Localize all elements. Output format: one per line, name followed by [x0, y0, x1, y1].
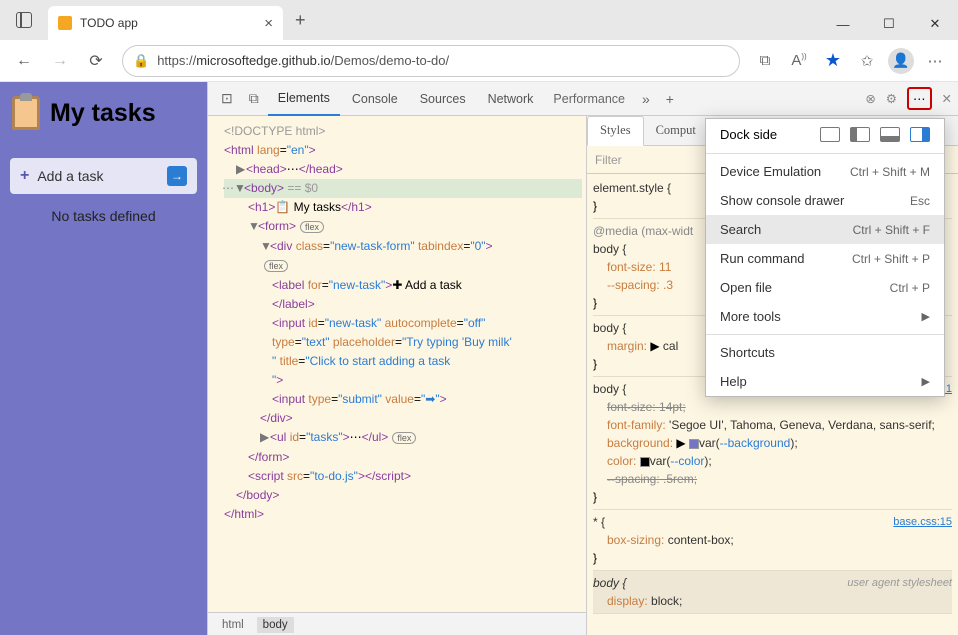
close-tab-icon[interactable]: ×: [264, 15, 273, 32]
issues-icon[interactable]: ⊗: [865, 91, 875, 106]
menu-item-open-file[interactable]: Open fileCtrl + P: [706, 273, 944, 302]
breadcrumb-html[interactable]: html: [216, 617, 250, 633]
menu-item-show-console-drawer[interactable]: Show console drawerEsc: [706, 186, 944, 215]
app-pane: My tasks + Add a task → No tasks defined: [0, 82, 207, 635]
profile-button[interactable]: 👤: [886, 48, 916, 74]
read-aloud-icon[interactable]: A)): [784, 52, 814, 69]
clipboard-icon: [12, 96, 40, 130]
add-task-label: Add a task: [37, 168, 103, 184]
devtools-menu-button[interactable]: ⋯: [907, 87, 932, 110]
devtools-tabbar: ⊡ ⧉ Elements Console Sources Network Per…: [208, 82, 958, 116]
menu-item-more-tools[interactable]: More tools▶: [706, 302, 944, 331]
tab-elements[interactable]: Elements: [268, 82, 340, 116]
plus-icon: +: [20, 167, 29, 185]
inspect-button[interactable]: ⊡: [214, 90, 240, 107]
tab-sources[interactable]: Sources: [410, 82, 476, 116]
browser-tab[interactable]: TODO app ×: [48, 6, 283, 40]
breadcrumb-body[interactable]: body: [257, 617, 294, 633]
url-prefix: https://: [157, 53, 196, 68]
dock-bottom-icon[interactable]: [880, 127, 900, 142]
computed-tab[interactable]: Comput: [644, 116, 708, 146]
menu-item-device-emulation[interactable]: Device EmulationCtrl + Shift + M: [706, 157, 944, 186]
tab-network[interactable]: Network: [478, 82, 544, 116]
dock-left-icon[interactable]: [850, 127, 870, 142]
src-link-2[interactable]: base.css:15: [893, 513, 952, 531]
dock-right-icon[interactable]: [910, 127, 930, 142]
new-tab-button[interactable]: +: [283, 10, 318, 31]
settings-icon[interactable]: ⚙: [886, 91, 897, 106]
dom-tree[interactable]: <!DOCTYPE html> <html lang="en"> ▶<head>…: [208, 116, 586, 612]
app-title: My tasks: [50, 99, 156, 128]
lock-icon: 🔒: [133, 53, 149, 69]
device-toggle-button[interactable]: ⧉: [242, 90, 266, 107]
shopping-icon[interactable]: ⧉: [750, 52, 780, 69]
dom-doctype: <!DOCTYPE html>: [224, 124, 325, 138]
menu-item-search[interactable]: SearchCtrl + Shift + F: [706, 215, 944, 244]
maximize-button[interactable]: ☐: [866, 8, 912, 40]
add-task-button[interactable]: + Add a task →: [10, 158, 197, 194]
url-path: /Demos/demo-to-do/: [331, 53, 450, 68]
submit-arrow-icon[interactable]: →: [167, 166, 187, 186]
dom-title: Click to start adding a task: [310, 354, 451, 368]
add-tab-button[interactable]: +: [659, 91, 681, 107]
menu-item-run-command[interactable]: Run commandCtrl + Shift + P: [706, 244, 944, 273]
favorite-icon[interactable]: ★: [818, 50, 848, 71]
devtools-context-menu: Dock side Device EmulationCtrl + Shift +…: [705, 118, 945, 397]
dock-undock-icon[interactable]: [820, 127, 840, 142]
no-tasks-text: No tasks defined: [0, 208, 207, 224]
url-host: microsoftedge.github.io: [196, 53, 330, 68]
tab-favicon: [58, 16, 72, 30]
tab-console[interactable]: Console: [342, 82, 408, 116]
selected-marker: == $0: [287, 181, 318, 195]
close-devtools-button[interactable]: ✕: [942, 91, 952, 106]
tab-actions-button[interactable]: [0, 0, 48, 40]
back-button[interactable]: ←: [8, 45, 40, 77]
dom-submit-val: ➡: [425, 392, 435, 406]
address-bar[interactable]: 🔒 https://microsoftedge.github.io/Demos/…: [122, 45, 740, 77]
more-tabs-button[interactable]: »: [635, 91, 657, 107]
styles-tab[interactable]: Styles: [587, 116, 644, 146]
dock-side-label: Dock side: [720, 127, 777, 142]
menu-item-shortcuts[interactable]: Shortcuts: [706, 338, 944, 367]
dom-placeholder: Try typing 'Buy milk': [406, 335, 512, 349]
tab-performance[interactable]: Performance: [545, 92, 633, 106]
dom-breadcrumb[interactable]: html body: [208, 612, 586, 635]
minimize-button[interactable]: —: [820, 8, 866, 40]
reload-button[interactable]: ⟳: [80, 45, 112, 77]
dom-h1-text: My tasks: [290, 200, 341, 214]
menu-item-help[interactable]: Help▶: [706, 367, 944, 396]
app-menu-button[interactable]: ⋯: [920, 52, 950, 70]
tab-title: TODO app: [80, 16, 138, 30]
close-window-button[interactable]: ✕: [912, 8, 958, 40]
dom-script-src: to-do.js: [314, 469, 353, 483]
favorites-button[interactable]: ✩: [852, 52, 882, 70]
dom-label-text: Add a task: [402, 278, 461, 292]
forward-button: →: [44, 45, 76, 77]
ua-stylesheet-label: user agent stylesheet: [847, 574, 952, 592]
